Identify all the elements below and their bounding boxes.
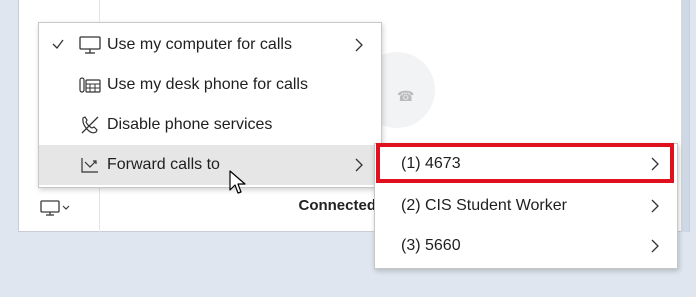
menu-item-forward-calls[interactable]: Forward calls to bbox=[39, 145, 381, 185]
screen: ☎ Connected Use my computer for calls Us… bbox=[0, 0, 696, 297]
chevron-right-icon bbox=[651, 199, 659, 213]
chevron-right-icon bbox=[651, 157, 659, 171]
monitor-icon bbox=[40, 200, 60, 216]
menu-item-disable-phone[interactable]: Disable phone services bbox=[39, 105, 381, 145]
forward-calls-submenu: (1) 4673 (2) CIS Student Worker (3) 5660 bbox=[374, 143, 678, 269]
forward-option-label: (1) 4673 bbox=[401, 155, 461, 172]
phone-off-icon bbox=[81, 116, 99, 134]
status-label: Connected bbox=[298, 196, 376, 214]
connection-status: Connected bbox=[290, 194, 376, 216]
mouse-cursor-icon bbox=[229, 170, 246, 194]
forward-option-label: (3) 5660 bbox=[401, 237, 461, 254]
menu-item-use-desk-phone[interactable]: Use my desk phone for calls bbox=[39, 65, 381, 105]
desk-phone-icon bbox=[79, 77, 101, 93]
monitor-icon bbox=[79, 36, 101, 54]
menu-item-label: Use my desk phone for calls bbox=[107, 76, 308, 93]
chevron-right-icon bbox=[355, 38, 363, 52]
menu-item-use-computer[interactable]: Use my computer for calls bbox=[39, 25, 381, 65]
call-forward-icon bbox=[81, 158, 98, 173]
window-edge bbox=[681, 0, 689, 232]
forward-option-5660[interactable]: (3) 5660 bbox=[375, 226, 677, 266]
calls-menu: Use my computer for calls Use my desk ph… bbox=[38, 22, 382, 188]
check-icon bbox=[52, 39, 64, 49]
chevron-right-icon bbox=[355, 158, 363, 172]
chevron-right-icon bbox=[651, 239, 659, 253]
chevron-down-icon bbox=[62, 205, 70, 210]
call-device-button[interactable] bbox=[40, 197, 76, 219]
menu-item-label: Use my computer for calls bbox=[107, 36, 292, 53]
phone-handset-icon: ☎ bbox=[397, 88, 415, 104]
forward-option-cis-student-worker[interactable]: (2) CIS Student Worker bbox=[375, 186, 677, 226]
menu-item-label: Disable phone services bbox=[107, 116, 273, 133]
menu-item-label: Forward calls to bbox=[107, 156, 220, 173]
forward-option-label: (2) CIS Student Worker bbox=[401, 197, 567, 214]
forward-option-4673[interactable]: (1) 4673 bbox=[375, 144, 677, 184]
